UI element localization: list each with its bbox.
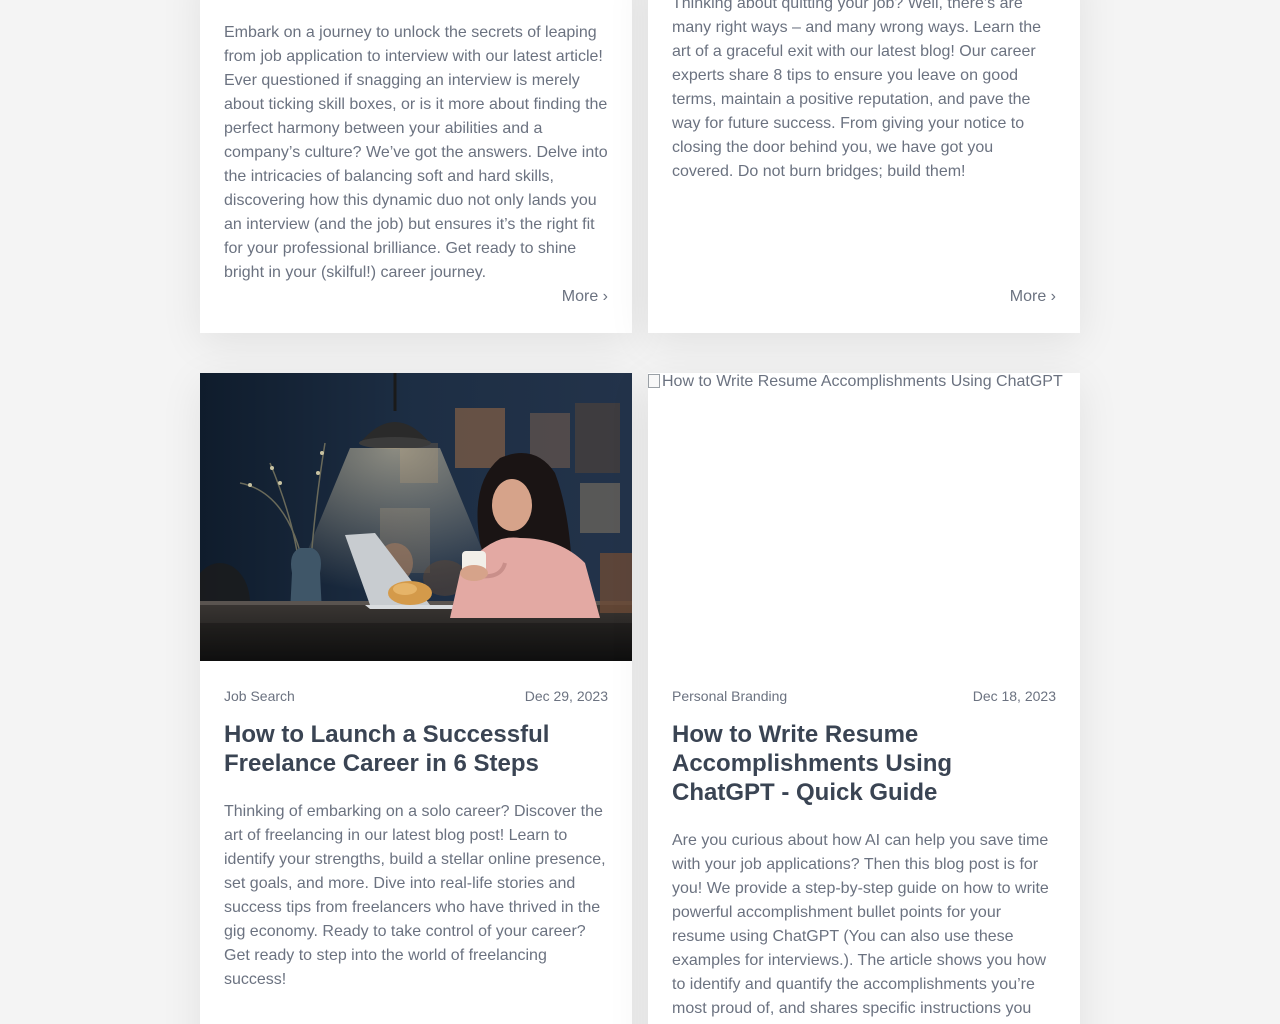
article-excerpt: Embark on a journey to unlock the secret… [224, 24, 608, 281]
broken-image-icon [648, 374, 660, 388]
article-card: Embark on a journey to unlock the secret… [200, 0, 632, 333]
article-excerpt: Thinking of embarking on a solo career? … [224, 803, 606, 988]
article-card: How to Write Resume Accomplishments Usin… [648, 373, 1080, 1024]
image-alt-text: How to Write Resume Accomplishments Usin… [662, 373, 1063, 390]
article-excerpt: Are you curious about how AI can help yo… [672, 832, 1049, 1017]
article-title[interactable]: How to Write Resume Accomplishments Usin… [672, 720, 1056, 807]
article-category[interactable]: Job Search [224, 687, 295, 705]
woman-at-laptop-photo [200, 373, 632, 661]
blog-grid: Embark on a journey to unlock the secret… [0, 0, 1280, 1024]
article-category[interactable]: Personal Branding [672, 687, 787, 705]
article-image[interactable]: How to Write Resume Accomplishments Usin… [648, 373, 1080, 661]
article-excerpt: Thinking about quitting your job? Well, … [672, 0, 1042, 180]
more-link[interactable]: More › [1010, 285, 1056, 309]
article-date: Dec 29, 2023 [524, 688, 608, 704]
article-title[interactable]: How to Launch a Successful Freelance Car… [224, 720, 608, 778]
article-meta: Personal Branding Dec 18, 2023 [672, 687, 1056, 705]
broken-image-alt: How to Write Resume Accomplishments Usin… [648, 373, 1063, 391]
article-date: Dec 18, 2023 [972, 688, 1056, 704]
more-link[interactable]: More › [562, 285, 608, 309]
article-card: Job Search Dec 29, 2023 How to Launch a … [200, 373, 632, 1024]
article-card: Thinking about quitting your job? Well, … [648, 0, 1080, 333]
article-image[interactable] [200, 373, 632, 661]
article-meta: Job Search Dec 29, 2023 [224, 687, 608, 705]
